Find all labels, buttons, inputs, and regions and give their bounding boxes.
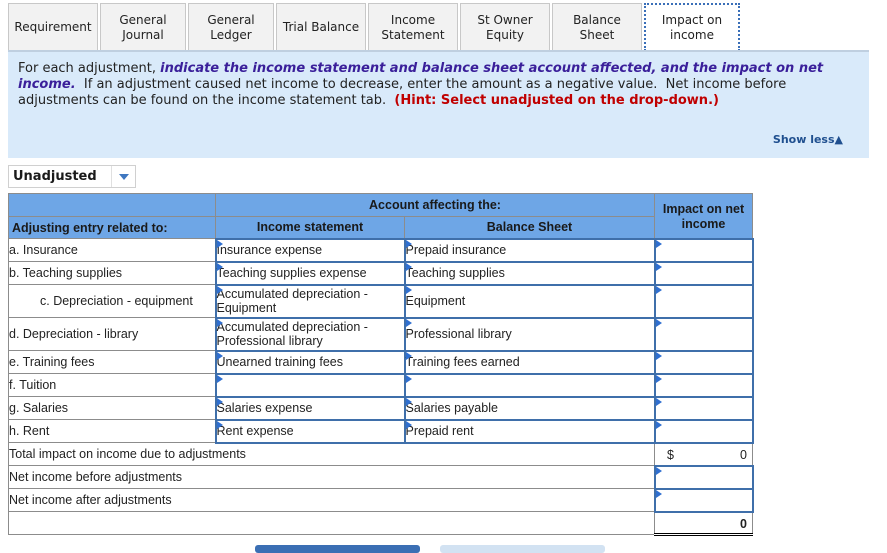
table-row: b. Teaching supplies Teaching supplies e… xyxy=(8,260,754,286)
net-income-after-row: Net income after adjustments xyxy=(8,487,754,513)
balance-account-select[interactable]: Salaries payable xyxy=(403,395,656,421)
final-total-label xyxy=(8,511,655,535)
header-income-statement: Income statement xyxy=(215,216,405,239)
final-total-number: 0 xyxy=(740,516,747,531)
triangle-up-icon: ▲ xyxy=(834,133,843,146)
balance-account-select[interactable]: Teaching supplies xyxy=(403,260,656,286)
balance-account-value: Teaching supplies xyxy=(405,266,505,280)
balance-account-select[interactable]: Professional library xyxy=(403,316,656,352)
tab-requirement[interactable]: Requirement xyxy=(8,3,98,51)
tab-income-statement[interactable]: Income Statement xyxy=(368,3,458,51)
tab-st-owner-equity[interactable]: St Owner Equity xyxy=(460,3,550,51)
income-account-value: Insurance expense xyxy=(216,243,323,257)
table-row: h. Rent Rent expense Prepaid rent xyxy=(8,418,754,444)
balance-account-value: Equipment xyxy=(405,294,466,308)
table-row: f. Tuition xyxy=(8,372,754,398)
impact-input[interactable] xyxy=(653,395,754,421)
row-label: b. Teaching supplies xyxy=(8,261,216,285)
currency-symbol: $ xyxy=(667,447,674,462)
table-row: d. Depreciation - library Accumulated de… xyxy=(8,316,754,352)
impact-input[interactable] xyxy=(653,260,754,286)
impact-input[interactable] xyxy=(653,349,754,375)
row-label: d. Depreciation - library xyxy=(8,317,216,351)
impact-input[interactable] xyxy=(653,316,754,352)
impact-input[interactable] xyxy=(653,283,754,319)
income-account-value: Accumulated depreciation - Equipment xyxy=(216,287,368,315)
income-account-value: Teaching supplies expense xyxy=(216,266,367,280)
income-account-value: Rent expense xyxy=(216,424,294,438)
balance-account-select[interactable]: Equipment xyxy=(403,283,656,319)
row-label: c. Depreciation - equipment xyxy=(8,284,216,318)
chevron-down-icon[interactable] xyxy=(111,166,135,187)
impact-input[interactable] xyxy=(653,372,754,398)
row-label: h. Rent xyxy=(8,419,216,443)
table-row: g. Salaries Salaries expense Salaries pa… xyxy=(8,395,754,421)
income-account-select[interactable]: Insurance expense xyxy=(214,237,406,263)
income-account-select[interactable]: Rent expense xyxy=(214,418,406,444)
row-label: f. Tuition xyxy=(8,373,216,397)
total-impact-row: Total impact on income due to adjustment… xyxy=(8,442,753,466)
balance-account-select[interactable]: Prepaid insurance xyxy=(403,237,656,263)
row-label: g. Salaries xyxy=(8,396,216,420)
total-impact-number: 0 xyxy=(740,447,747,462)
income-account-select[interactable]: Unearned training fees xyxy=(214,349,406,375)
income-account-select[interactable]: Accumulated depreciation - Equipment xyxy=(214,283,406,319)
tab-general-ledger[interactable]: General Ledger xyxy=(188,3,274,51)
balance-account-select[interactable]: Training fees earned xyxy=(403,349,656,375)
table-row: c. Depreciation - equipment Accumulated … xyxy=(8,283,754,319)
header-adjusting-entry: Adjusting entry related to: xyxy=(8,216,216,239)
header-blank xyxy=(8,193,216,217)
row-label: a. Insurance xyxy=(8,238,216,262)
instructions-panel: For each adjustment, indicate the income… xyxy=(8,52,869,158)
table-row: a. Insurance Insurance expense Prepaid i… xyxy=(8,237,754,263)
total-impact-value: $0 xyxy=(654,442,753,466)
balance-account-select[interactable] xyxy=(403,372,656,398)
adjustment-dropdown[interactable]: Unadjusted xyxy=(8,165,136,188)
show-less-link[interactable]: Show less▲ xyxy=(773,132,843,148)
income-account-value: Accumulated depreciation - Professional … xyxy=(216,320,368,348)
income-account-select[interactable]: Salaries expense xyxy=(214,395,406,421)
prev-button[interactable] xyxy=(255,545,420,553)
tab-general-journal[interactable]: General Journal xyxy=(100,3,186,51)
income-account-select[interactable] xyxy=(214,372,406,398)
tab-balance-sheet[interactable]: Balance Sheet xyxy=(552,3,642,51)
instructions-lead: For each adjustment, xyxy=(18,61,161,76)
dropdown-selected-value: Unadjusted xyxy=(13,169,97,184)
balance-account-value: Salaries payable xyxy=(405,401,498,415)
net-income-before-label: Net income before adjustments xyxy=(8,465,655,489)
header-account-group: Account affecting the: xyxy=(215,193,655,217)
balance-account-value: Training fees earned xyxy=(405,355,520,369)
income-account-value: Unearned training fees xyxy=(216,355,343,369)
balance-account-value: Professional library xyxy=(405,327,512,341)
row-label: e. Training fees xyxy=(8,350,216,374)
tab-bar: Requirement General Journal General Ledg… xyxy=(8,3,742,51)
net-income-before-input[interactable] xyxy=(653,464,754,490)
balance-account-value: Prepaid insurance xyxy=(405,243,507,257)
balance-account-select[interactable]: Prepaid rent xyxy=(403,418,656,444)
net-income-before-row: Net income before adjustments xyxy=(8,464,754,490)
impact-input[interactable] xyxy=(653,418,754,444)
impact-input[interactable] xyxy=(653,237,754,263)
income-account-value: Salaries expense xyxy=(216,401,313,415)
total-impact-label: Total impact on income due to adjustment… xyxy=(8,442,655,466)
table-row: e. Training fees Unearned training fees … xyxy=(8,349,754,375)
income-account-select[interactable]: Teaching supplies expense xyxy=(214,260,406,286)
balance-account-value: Prepaid rent xyxy=(405,424,474,438)
final-total-row: 0 xyxy=(8,511,753,536)
net-income-after-label: Net income after adjustments xyxy=(8,488,655,512)
header-balance-sheet: Balance Sheet xyxy=(404,216,655,239)
net-income-after-input[interactable] xyxy=(653,487,754,513)
final-total-value: 0 xyxy=(654,511,753,536)
tab-trial-balance[interactable]: Trial Balance xyxy=(276,3,366,51)
impact-table: Account affecting the: Impact on net inc… xyxy=(8,193,754,536)
instructions-hint: (Hint: Select unadjusted on the drop-dow… xyxy=(394,93,719,108)
income-account-select[interactable]: Accumulated depreciation - Professional … xyxy=(214,316,406,352)
tab-impact-on-income[interactable]: Impact on income xyxy=(644,3,740,51)
show-less-label: Show less xyxy=(772,133,835,146)
header-impact: Impact on net income xyxy=(654,193,753,239)
next-button[interactable] xyxy=(440,545,605,553)
